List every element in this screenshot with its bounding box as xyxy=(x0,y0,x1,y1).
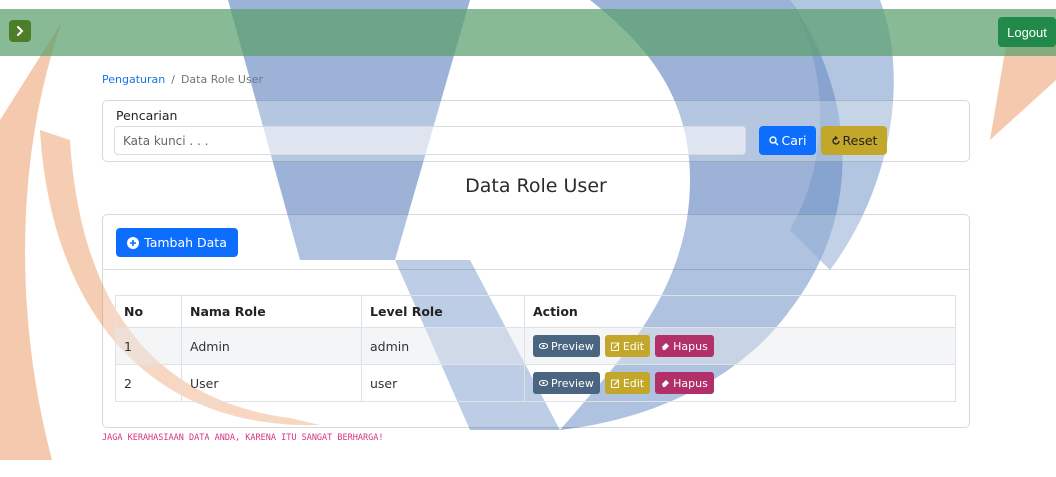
cell-no: 2 xyxy=(115,364,182,402)
preview-button[interactable]: Preview xyxy=(533,335,600,357)
search-placeholder: Kata kunci . . . xyxy=(123,133,209,148)
column-header-no: No xyxy=(115,295,182,328)
add-data-button[interactable]: Tambah Data xyxy=(116,228,238,257)
cell-level-role: admin xyxy=(361,327,525,365)
delete-label: Hapus xyxy=(673,376,708,390)
breadcrumb-current: Data Role User xyxy=(180,73,263,86)
edit-button[interactable]: Edit xyxy=(604,372,651,394)
cell-actions: Preview Edit Hapus xyxy=(524,327,956,365)
breadcrumb-separator: / xyxy=(171,73,175,86)
edit-button[interactable]: Edit xyxy=(604,335,651,357)
edit-icon xyxy=(610,342,620,351)
search-button-label: Cari xyxy=(781,133,807,148)
cell-no: 1 xyxy=(115,327,182,365)
reset-button-label: Reset xyxy=(842,133,878,148)
top-navbar xyxy=(0,9,1056,56)
logout-button[interactable]: Logout xyxy=(998,17,1056,47)
search-button[interactable]: Cari xyxy=(759,126,816,155)
breadcrumb-link-pengaturan[interactable]: Pengaturan xyxy=(102,73,165,86)
column-header-nama-role: Nama Role xyxy=(181,295,362,328)
cell-nama-role: User xyxy=(181,364,362,402)
column-header-level-role: Level Role xyxy=(361,295,525,328)
column-header-action: Action xyxy=(524,295,956,328)
page-title: Data Role User xyxy=(465,175,607,197)
eraser-icon xyxy=(662,342,670,350)
breadcrumb: Pengaturan / Data Role User xyxy=(102,73,263,86)
eraser-icon xyxy=(662,379,670,387)
cell-nama-role: Admin xyxy=(181,327,362,365)
preview-button[interactable]: Preview xyxy=(533,372,600,394)
reset-icon xyxy=(831,135,840,145)
sidebar-toggle-button[interactable] xyxy=(9,20,31,42)
search-input[interactable]: Kata kunci . . . xyxy=(114,126,746,155)
table-row: 1 Admin admin Preview Edit Hapus xyxy=(115,327,956,365)
edit-icon xyxy=(610,379,620,388)
eye-icon xyxy=(539,343,548,349)
delete-button[interactable]: Hapus xyxy=(655,335,714,357)
edit-label: Edit xyxy=(622,339,645,353)
search-icon xyxy=(768,135,778,145)
table-row: 2 User user Preview Edit Hapus xyxy=(115,364,956,402)
eye-icon xyxy=(539,380,548,386)
footer-note: JAGA KERAHASIAAN DATA ANDA, KARENA ITU S… xyxy=(102,433,384,443)
reset-button[interactable]: Reset xyxy=(821,126,887,155)
card-divider xyxy=(103,269,969,270)
table-header-row: No Nama Role Level Role Action xyxy=(115,295,956,328)
cell-level-role: user xyxy=(361,364,525,402)
chevron-right-icon xyxy=(17,26,24,36)
preview-label: Preview xyxy=(551,376,594,390)
delete-button[interactable]: Hapus xyxy=(655,372,714,394)
plus-circle-icon xyxy=(127,236,140,249)
edit-label: Edit xyxy=(622,376,645,390)
search-label: Pencarian xyxy=(116,108,178,123)
cell-actions: Preview Edit Hapus xyxy=(524,364,956,402)
preview-label: Preview xyxy=(551,339,594,353)
role-table: No Nama Role Level Role Action 1 Admin a… xyxy=(115,295,956,402)
delete-label: Hapus xyxy=(673,339,708,353)
add-data-label: Tambah Data xyxy=(144,235,227,250)
